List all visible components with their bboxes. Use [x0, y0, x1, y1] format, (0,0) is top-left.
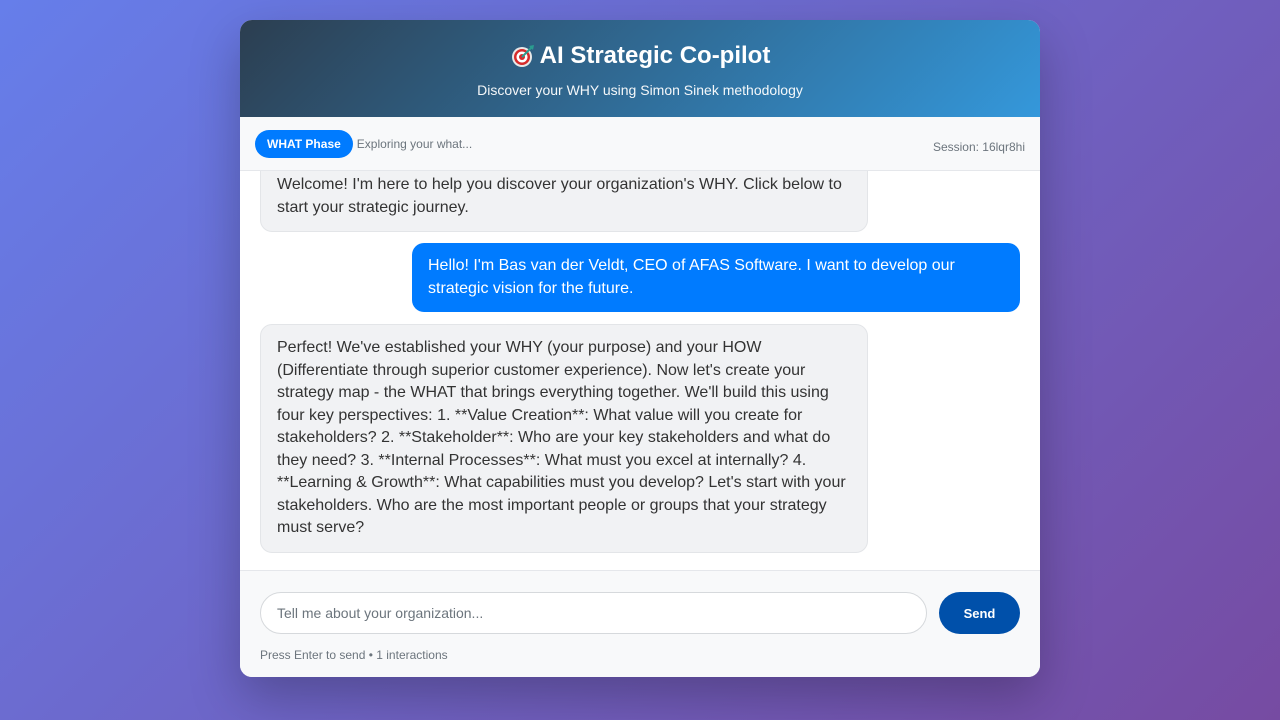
session-id: Session: 16lqr8hi	[932, 140, 1025, 154]
phase-badge: WHAT Phase	[255, 129, 353, 158]
app-subtitle: Discover your WHY using Simon Sinek meth…	[477, 82, 803, 98]
composer-hint: Press Enter to send • 1 interactions	[260, 648, 448, 662]
composer: Send Press Enter to send • 1 interaction…	[240, 571, 1040, 677]
assistant-message: Perfect! We've established your WHY (you…	[260, 324, 868, 553]
app-title: AI Strategic Co-pilot	[539, 42, 771, 69]
message-input[interactable]	[260, 592, 927, 634]
phase-description: Exploring your what...	[356, 136, 473, 151]
assistant-message: Welcome! I'm here to help you discover y…	[260, 171, 868, 232]
chat-app-window: AI Strategic Co-pilot Discover your WHY …	[240, 20, 1040, 677]
phase-bar: WHAT Phase Exploring your what... Sessio…	[240, 117, 1040, 171]
message-list[interactable]: Welcome! I'm here to help you discover y…	[240, 171, 1040, 571]
input-row: Send	[260, 592, 1020, 634]
target-icon	[510, 43, 536, 69]
send-button[interactable]: Send	[939, 592, 1020, 634]
user-message: Hello! I'm Bas van der Veldt, CEO of AFA…	[412, 243, 1020, 312]
app-header: AI Strategic Co-pilot Discover your WHY …	[240, 20, 1040, 117]
title-row: AI Strategic Co-pilot	[240, 42, 1040, 70]
